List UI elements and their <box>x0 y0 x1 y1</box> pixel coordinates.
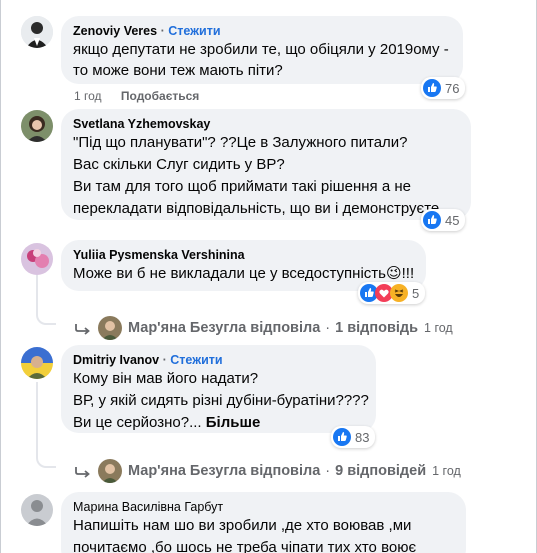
reaction-summary[interactable]: 5 <box>358 282 426 304</box>
comment-author[interactable]: Марина Василівна Гарбут <box>73 500 223 514</box>
like-reaction-icon <box>423 211 441 229</box>
see-more-link[interactable]: Більше <box>206 414 261 431</box>
comment-text-line: Ви це серйозно?... <box>73 414 202 431</box>
comment-bubble: Zenoviy Veres · Стежити якщо депутати не… <box>61 16 463 84</box>
comment-text-line: Ви там для того щоб приймати такі рішенн… <box>73 178 411 195</box>
view-replies-link[interactable]: Мар'яна Безугла відповіла · 9 відповідей… <box>74 459 461 483</box>
comment-text-line: Може ви б не викладали це у вседоступніс… <box>73 265 415 282</box>
comment-text-line: Вас скільки Слуг сидить у ВР? <box>73 156 285 173</box>
follow-link[interactable]: Стежити <box>170 353 222 367</box>
reply-arrow-icon <box>75 324 90 335</box>
avatar[interactable] <box>21 494 53 526</box>
comment-time[interactable]: 1 год <box>74 89 102 103</box>
reaction-summary[interactable]: 45 <box>421 209 466 231</box>
comment-actions: 1 год Подобається <box>74 88 199 104</box>
thread-connector <box>36 307 56 325</box>
comment-text-line: якщо депутати не зробили те, що обіцяли … <box>73 41 449 58</box>
reply-count: 9 відповідей <box>335 463 427 479</box>
user-photo-icon <box>21 110 53 142</box>
reply-arrow-icon <box>75 467 90 478</box>
reaction-summary[interactable]: 83 <box>331 426 376 448</box>
avatar[interactable] <box>21 110 53 142</box>
reaction-summary[interactable]: 76 <box>421 77 466 99</box>
comment-text-line: Кому він мав його надати? <box>73 370 259 387</box>
comment-text-line: Напишіть нам шо ви зробили ,де хто воюва… <box>73 517 412 534</box>
reaction-count: 45 <box>445 212 460 228</box>
comment-author[interactable]: Yuliia Pysmenska Vershinina <box>73 248 245 262</box>
haha-reaction-icon <box>390 284 408 302</box>
user-photo-icon <box>21 16 53 48</box>
comment-text-line: "Під що планувати"? ??Це в Залужного пит… <box>73 134 408 151</box>
thread-line <box>36 275 38 309</box>
reply-author: Мар'яна Безугла <box>128 320 247 336</box>
comment-author[interactable]: Dmitriy Ivanov <box>73 353 159 367</box>
user-photo-icon <box>21 347 53 379</box>
avatar[interactable] <box>21 347 53 379</box>
like-reaction-icon <box>423 79 441 97</box>
follow-link[interactable]: Стежити <box>168 24 220 38</box>
reply-count: 1 відповідь <box>335 320 419 336</box>
comment-text-line: почитаємо ,бо шось не треба чіпати тих х… <box>73 539 417 553</box>
comment-author[interactable]: Svetlana Yzhemovskay <box>73 117 210 131</box>
like-reaction-icon <box>333 428 351 446</box>
view-replies-link[interactable]: Мар'яна Безугла відповіла · 1 відповідь … <box>74 316 453 340</box>
comment-text-line: то може вони теж мають піти? <box>73 62 283 79</box>
avatar[interactable] <box>21 16 53 48</box>
avatar[interactable] <box>21 243 53 275</box>
separator-dot: · <box>325 320 331 336</box>
reply-time: 1 год <box>424 321 453 335</box>
user-photo-icon <box>21 243 53 275</box>
avatar <box>98 316 122 340</box>
separator-dot: · <box>325 463 331 479</box>
comment-author[interactable]: Zenoviy Veres <box>73 24 157 38</box>
reaction-count: 83 <box>355 429 370 445</box>
reply-verb: відповіла <box>250 463 321 479</box>
comment-bubble: Dmitriy Ivanov · Стежити Кому він мав йо… <box>61 345 376 433</box>
comment-bubble: Марина Василівна Гарбут Напишіть нам шо … <box>61 492 466 553</box>
reaction-count: 76 <box>445 80 460 96</box>
reaction-count: 5 <box>412 285 420 301</box>
user-photo-icon <box>21 494 53 526</box>
reply-verb: відповіла <box>250 320 321 336</box>
reply-author: Мар'яна Безугла <box>128 463 247 479</box>
comment-text-line: перекладати відповідальність, що ви і де… <box>73 200 444 217</box>
separator-dot: · <box>160 24 165 38</box>
comment-text-line: ВР, у якій сидять різні дубіни-буратіни?… <box>73 392 369 409</box>
avatar <box>98 459 122 483</box>
comment-bubble: Svetlana Yzhemovskay "Під що планувати"?… <box>61 109 471 220</box>
like-button[interactable]: Подобається <box>121 89 199 103</box>
separator-dot: · <box>162 353 167 367</box>
reply-time: 1 год <box>432 464 461 478</box>
thread-line <box>36 382 38 452</box>
comments-panel: Zenoviy Veres · Стежити якщо депутати не… <box>0 0 537 553</box>
thread-connector <box>36 450 56 468</box>
